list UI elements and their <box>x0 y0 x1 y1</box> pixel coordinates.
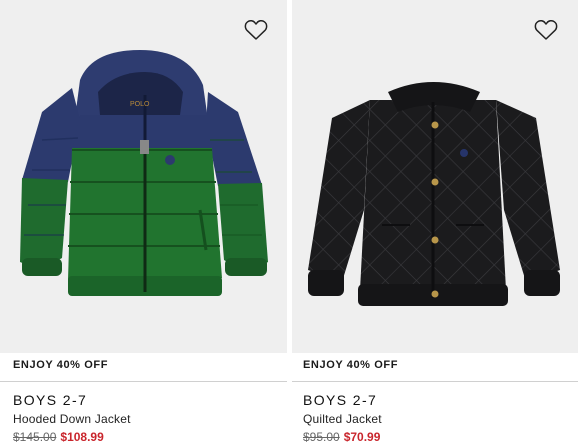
sale-price: $108.99 <box>60 430 104 444</box>
product-image-container[interactable]: POLO <box>0 0 287 353</box>
divider <box>292 381 578 382</box>
product-category[interactable]: BOYS 2-7 <box>303 392 377 408</box>
product-image-quilted-jacket[interactable] <box>292 0 578 353</box>
divider <box>0 381 287 382</box>
product-image-hooded-down-jacket[interactable]: POLO <box>0 0 287 353</box>
brand-tag-text: POLO <box>130 101 150 108</box>
product-name[interactable]: Quilted Jacket <box>303 412 382 426</box>
product-category[interactable]: BOYS 2-7 <box>13 392 87 408</box>
product-card-hooded-down-jacket[interactable]: POLO ENJOY 40% OFF BOYS 2-7 Hooded Down … <box>0 0 287 447</box>
original-price: $145.00 <box>13 430 57 444</box>
sale-price: $70.99 <box>343 430 381 444</box>
wishlist-heart-icon[interactable] <box>534 19 558 41</box>
price-block: $145.00 $108.99 <box>13 430 104 444</box>
promo-label: ENJOY 40% OFF <box>13 359 109 371</box>
product-image-container[interactable] <box>292 0 578 353</box>
price-block: $95.00 $70.99 <box>303 430 380 444</box>
promo-label: ENJOY 40% OFF <box>303 359 399 371</box>
original-price: $95.00 <box>303 430 340 444</box>
product-name[interactable]: Hooded Down Jacket <box>13 412 131 426</box>
wishlist-heart-icon[interactable] <box>244 19 268 41</box>
product-card-quilted-jacket[interactable]: ENJOY 40% OFF BOYS 2-7 Quilted Jacket $9… <box>292 0 578 447</box>
